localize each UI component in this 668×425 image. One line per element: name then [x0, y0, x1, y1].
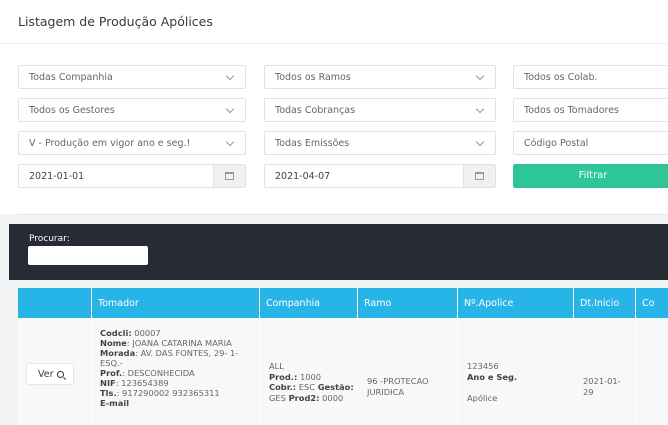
- ramo-details: 96 -PROTECAO JURIDICA: [367, 376, 429, 397]
- th-actions: [18, 288, 92, 318]
- dt-inicio-line-1: 2021-01-: [583, 376, 621, 386]
- codigo-postal-placeholder: Código Postal: [524, 138, 589, 149]
- gestao-label: Gestão:: [317, 382, 354, 392]
- prod2-label: Prod2:: [288, 392, 320, 403]
- page-title: Listagem de Produção Apólices: [18, 14, 213, 29]
- th-n-apolice[interactable]: Nº.Apolice: [458, 288, 574, 318]
- nif-value: : 123654389: [115, 378, 169, 388]
- search-label: Procurar:: [29, 234, 70, 244]
- th-ramo[interactable]: Ramo: [358, 288, 458, 318]
- calendar-icon[interactable]: [213, 165, 245, 187]
- filter-panel: Todas Companhia Todos os Ramos Todos os …: [0, 44, 668, 214]
- nome-label: Nome: [100, 338, 127, 348]
- tomadores-select[interactable]: Todos os Tomadores: [513, 98, 668, 122]
- table-row: Ver Codcli: 00007 Nome: JOANA CATARINA M…: [18, 318, 668, 425]
- chevron-down-icon: [475, 71, 485, 81]
- page-header: Listagem de Produção Apólices: [0, 0, 668, 44]
- divider: [18, 214, 668, 215]
- chevron-down-icon: [225, 71, 235, 81]
- cobrancas-select[interactable]: Todas Cobranças: [264, 98, 496, 122]
- filter-button[interactable]: Filtrar: [513, 164, 668, 188]
- date-from-value: 2021-01-01: [29, 171, 85, 182]
- companhia-select[interactable]: Todas Companhia: [18, 65, 246, 89]
- codcli-label: Codcli:: [100, 328, 132, 338]
- nif-label: NIF: [100, 378, 116, 388]
- tomadores-select-value: Todos os Tomadores: [524, 105, 620, 116]
- gestores-select[interactable]: Todos os Gestores: [18, 98, 246, 122]
- chevron-down-icon: [225, 137, 235, 147]
- companhia-name: ALL: [269, 361, 284, 371]
- emissoes-select[interactable]: Todas Emissões: [264, 131, 496, 155]
- view-button-label: Ver: [38, 369, 54, 380]
- colab-select[interactable]: Todos os Colab.: [513, 65, 668, 89]
- chevron-down-icon: [225, 104, 235, 114]
- nome-value: : JOANA CATARINA MARIA: [126, 338, 232, 348]
- prof-value: : DESCONHECIDA: [122, 368, 195, 378]
- codcli-value: 00007: [134, 328, 161, 338]
- ramo-line-2: JURIDICA: [367, 386, 405, 397]
- emissoes-select-value: Todas Emissões: [275, 138, 350, 149]
- morada-value: : AV. DAS FONTES, 29- 1-: [135, 348, 239, 358]
- th-tomador[interactable]: Tomador: [92, 288, 260, 318]
- ano-seg-label: Ano e Seg.: [467, 371, 518, 382]
- search-input[interactable]: [28, 246, 148, 265]
- cobrancas-select-value: Todas Cobranças: [275, 105, 356, 116]
- apolices-table: Tomador Companhia Ramo Nº.Apolice Dt.Ini…: [18, 288, 668, 425]
- prod-value: 1000: [299, 371, 322, 382]
- date-from-input[interactable]: 2021-01-01: [18, 164, 246, 188]
- gestores-select-value: Todos os Gestores: [29, 105, 115, 116]
- codigo-postal-input[interactable]: Código Postal: [513, 131, 668, 155]
- email-label: E-mail: [100, 398, 130, 408]
- th-co[interactable]: Co: [636, 288, 668, 318]
- cell-actions: Ver: [18, 318, 92, 425]
- cobr-value: ESC: [298, 382, 316, 392]
- colab-select-value: Todos os Colab.: [524, 72, 598, 83]
- companhia-select-value: Todas Companhia: [29, 72, 113, 83]
- apolice-tipo: Apólice: [467, 392, 498, 403]
- chevron-down-icon: [475, 104, 485, 114]
- morada-label: Morada: [100, 348, 136, 358]
- dt-inicio-details: 2021-01- 29: [583, 376, 621, 397]
- tls-label: Tls.: [100, 388, 117, 398]
- cell-companhia: ALL Prod.: 1000 Cobr.: ESC Gestão: GES P…: [260, 318, 358, 425]
- search-icon: [56, 371, 64, 378]
- companhia-details: ALL Prod.: 1000 Cobr.: ESC Gestão: GES P…: [269, 361, 354, 403]
- ramos-select-value: Todos os Ramos: [275, 72, 351, 83]
- cell-n-apolice: 123456 Ano e Seg. Apólice: [458, 318, 574, 425]
- calendar-icon[interactable]: [463, 165, 495, 187]
- search-bar: Procurar:: [9, 224, 668, 280]
- tomador-details: Codcli: 00007 Nome: JOANA CATARINA MARIA…: [100, 328, 250, 408]
- view-button[interactable]: Ver: [26, 363, 74, 385]
- date-to-input[interactable]: 2021-04-07: [264, 164, 496, 188]
- morada-value-cont: ESQ.-: [100, 358, 123, 368]
- cell-tomador: Codcli: 00007 Nome: JOANA CATARINA MARIA…: [92, 318, 260, 425]
- dt-inicio-line-2: 29: [583, 386, 594, 397]
- cell-co: [636, 318, 668, 425]
- cobr-label: Cobr.:: [269, 382, 297, 392]
- prod2-value: 0000: [322, 392, 344, 403]
- chevron-down-icon: [475, 137, 485, 147]
- cell-dt-inicio: 2021-01- 29: [574, 318, 636, 425]
- tls-value: : 917290002 932365311: [116, 388, 220, 398]
- gestao-value: GES: [269, 392, 286, 403]
- ramo-line-1: 96 -PROTECAO: [367, 376, 429, 386]
- date-to-value: 2021-04-07: [275, 171, 331, 182]
- table-header: Tomador Companhia Ramo Nº.Apolice Dt.Ini…: [18, 288, 668, 318]
- ramos-select[interactable]: Todos os Ramos: [264, 65, 496, 89]
- apolice-numero: 123456: [467, 361, 499, 371]
- th-dt-inicio[interactable]: Dt.Inicio: [574, 288, 636, 318]
- producao-select[interactable]: V - Produção em vigor ano e seg.!: [18, 131, 246, 155]
- cell-ramo: 96 -PROTECAO JURIDICA: [358, 318, 458, 425]
- prod-label: Prod.:: [269, 371, 298, 382]
- th-companhia[interactable]: Companhia: [260, 288, 358, 318]
- apolice-details: 123456 Ano e Seg. Apólice: [467, 361, 517, 403]
- prof-label: Prof.: [100, 368, 123, 378]
- producao-select-value: V - Produção em vigor ano e seg.!: [29, 138, 191, 149]
